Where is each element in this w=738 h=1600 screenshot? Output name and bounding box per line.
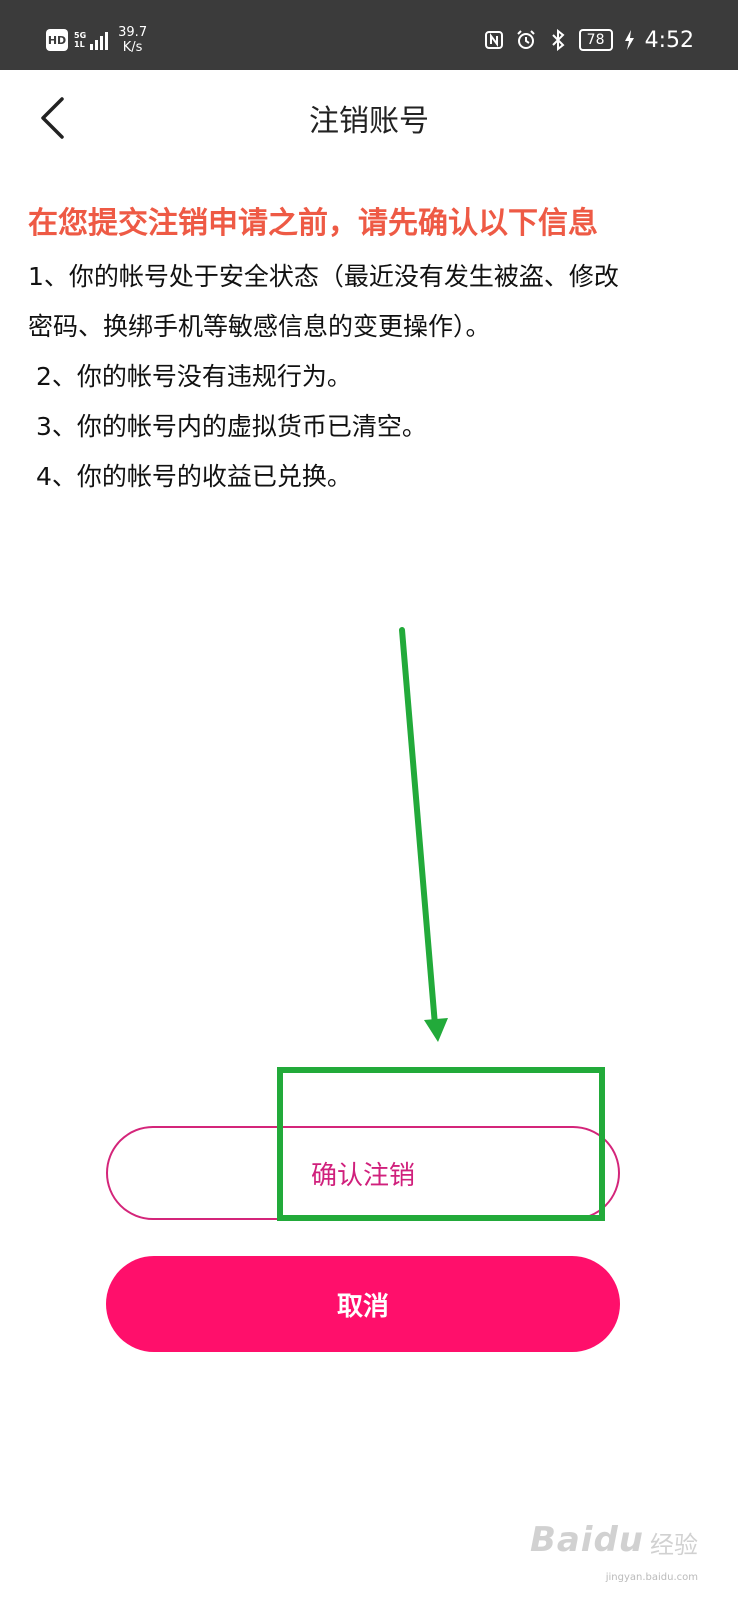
list-item: 密码、换绑手机等敏感信息的变更操作）。 xyxy=(28,312,491,341)
network-speed: 39.7 K/s xyxy=(118,25,147,55)
list-item: 3、你的帐号内的虚拟货币已清空。 xyxy=(36,412,427,441)
status-right: 78 4:52 xyxy=(483,24,694,56)
charging-icon xyxy=(623,29,635,51)
watermark-brand-cn: 经验 xyxy=(650,1531,698,1559)
status-bar: HD 5G 1L 39.7 K/s 78 4:52 xyxy=(0,0,738,70)
list-item: 1、你的帐号处于安全状态（最近没有发生被盗、修改 xyxy=(28,262,619,291)
list-item: 4、你的帐号的收益已兑换。 xyxy=(36,462,352,491)
battery-indicator: 78 xyxy=(578,29,613,51)
confirmation-list: 1、你的帐号处于安全状态（最近没有发生被盗、修改 密码、换绑手机等敏感信息的变更… xyxy=(28,252,710,502)
signal-icon xyxy=(90,30,109,50)
hd-icon: HD xyxy=(46,29,68,51)
cancel-label: 取消 xyxy=(336,1291,389,1322)
status-left: HD 5G 1L 39.7 K/s xyxy=(46,20,147,60)
watermark-url: jingyan.baidu.com xyxy=(605,1572,698,1583)
speed-value: 39.7 xyxy=(118,25,148,40)
confirm-deactivate-button[interactable]: 确认注销 xyxy=(106,1126,620,1220)
annotation-arrowhead xyxy=(424,1018,448,1042)
warning-heading: 在您提交注销申请之前，请先确认以下信息 xyxy=(28,206,598,241)
baidu-watermark: Baidu 经验 xyxy=(530,1520,698,1560)
bluetooth-icon xyxy=(547,29,569,51)
page-title: 注销账号 xyxy=(309,104,429,139)
speed-unit: K/s xyxy=(122,40,143,55)
confirm-deactivate-label: 确认注销 xyxy=(310,1160,415,1191)
clock: 4:52 xyxy=(644,27,694,53)
alarm-icon xyxy=(515,29,537,51)
list-item: 2、你的帐号没有违规行为。 xyxy=(36,362,352,391)
network-type: 5G 1L xyxy=(74,31,86,49)
annotation-arrow xyxy=(399,627,438,1028)
cancel-button[interactable]: 取消 xyxy=(106,1256,620,1352)
watermark-brand: Baidu xyxy=(529,1520,644,1560)
network-sub-label: 1L xyxy=(74,40,85,49)
network-5g-label: 5G xyxy=(74,31,87,40)
nfc-icon xyxy=(483,29,505,51)
